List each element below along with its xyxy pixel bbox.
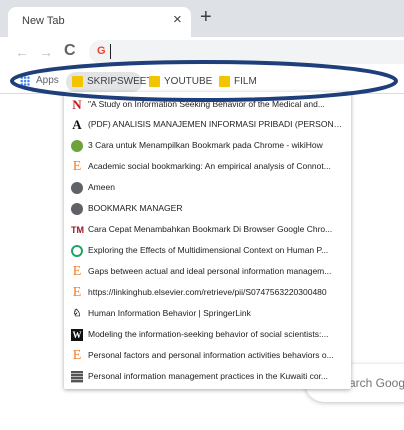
bookmark-folder-dropdown: N "A Study on Information Seeking Behavi… (64, 92, 351, 389)
bookmark-item[interactable]: E Personal factors and personal informat… (64, 346, 351, 366)
bookmark-item-label: Exploring the Effects of Multidimensiona… (88, 245, 329, 255)
bookmark-item-label: Personal information management practice… (88, 371, 329, 381)
tab-new-tab[interactable]: New Tab × (8, 7, 191, 37)
bookmark-item-label: Human Information Behavior | SpringerLin… (88, 308, 251, 318)
bookmark-item-label: BOOKMARK MANAGER (88, 203, 183, 213)
close-icon[interactable]: × (173, 12, 182, 27)
elsevier-icon: E (72, 264, 82, 279)
bookmark-item[interactable]: BOOKMARK MANAGER (64, 199, 351, 219)
elsevier-icon: E (72, 285, 82, 300)
bookmark-item[interactable]: Exploring the Effects of Multidimensiona… (64, 241, 351, 261)
bookmark-item[interactable]: TM Cara Cepat Menambahkan Bookmark Di Br… (64, 220, 351, 240)
bookmark-item[interactable]: Personal information management practice… (64, 367, 351, 387)
springer-icon: ♘ (72, 308, 82, 319)
globe-icon (71, 182, 83, 194)
bookmark-item[interactable]: ♘ Human Information Behavior | SpringerL… (64, 304, 351, 324)
bookmark-item[interactable]: W Modeling the information-seeking behav… (64, 325, 351, 345)
bookmark-item[interactable]: Ameen (64, 178, 351, 198)
bookmark-item[interactable]: E Gaps between actual and ideal personal… (64, 262, 351, 282)
document-icon (71, 371, 83, 383)
bookmark-item-label: https://linkinghub.elsevier.com/retrieve… (88, 287, 327, 297)
bookmark-item[interactable]: A (PDF) ANALISIS MANAJEMEN INFORMASI PRI… (64, 115, 351, 135)
bookmark-item-label: Personal factors and personal informatio… (88, 350, 334, 360)
highlight-ellipse (10, 60, 398, 102)
search-placeholder: arch Goog (349, 376, 404, 390)
google-icon: G (97, 45, 106, 57)
bookmark-item-label: Ameen (88, 182, 115, 192)
wikihow-icon (71, 140, 83, 152)
bookmark-item[interactable]: E Academic social bookmarking: An empiri… (64, 157, 351, 177)
globe-icon (71, 203, 83, 215)
bookmark-item[interactable]: E https://linkinghub.elsevier.com/retrie… (64, 283, 351, 303)
elsevier-icon: E (72, 159, 82, 174)
bookmark-item-label: Modeling the information-seeking behavio… (88, 329, 329, 339)
academia-icon: A (72, 117, 82, 132)
bookmark-item-label: Cara Cepat Menambahkan Bookmark Di Brows… (88, 224, 333, 234)
wiley-icon: W (71, 329, 83, 341)
bookmark-item-label: Gaps between actual and ideal personal i… (88, 266, 332, 276)
ring-icon (71, 245, 83, 257)
bookmark-item-label: (PDF) ANALISIS MANAJEMEN INFORMASI PRIBA… (88, 119, 346, 129)
bookmark-item-label: 3 Cara untuk Menampilkan Bookmark pada C… (88, 140, 323, 150)
tm-icon: TM (71, 225, 84, 235)
browser-window: New Tab × + ← → C G Apps SKRIPSWEET YOUT… (0, 0, 404, 430)
bookmark-item-label: Academic social bookmarking: An empirica… (88, 161, 331, 171)
new-tab-button[interactable]: + (200, 7, 212, 27)
text-caret (110, 44, 111, 59)
elsevier-icon: E (72, 348, 82, 363)
bookmark-item[interactable]: 3 Cara untuk Menampilkan Bookmark pada C… (64, 136, 351, 156)
tab-title: New Tab (22, 15, 65, 27)
